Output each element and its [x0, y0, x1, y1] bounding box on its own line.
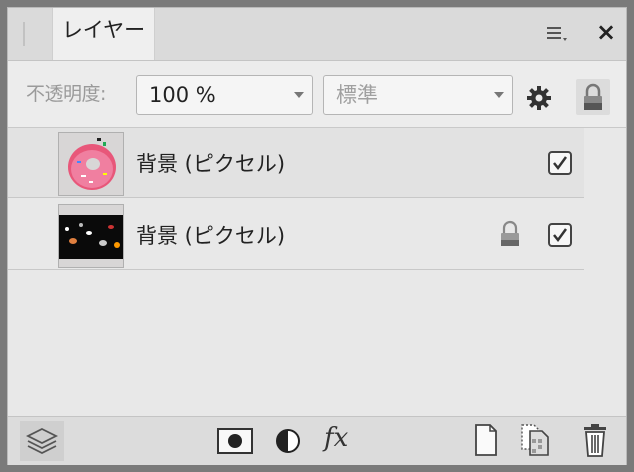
duplicate-layer-icon[interactable] — [520, 423, 554, 457]
visibility-checkbox[interactable] — [548, 151, 572, 175]
new-layer-icon[interactable] — [474, 423, 498, 457]
layer-name[interactable]: 背景 (ピクセル) — [136, 148, 285, 178]
layer-name[interactable]: 背景 (ピクセル) — [136, 220, 285, 250]
donut-image — [68, 138, 116, 190]
layer-row[interactable]: 背景 (ピクセル) — [8, 128, 584, 198]
mask-icon[interactable] — [216, 427, 254, 455]
panel-grip[interactable] — [23, 22, 25, 46]
adjustment-icon[interactable] — [274, 427, 302, 455]
checkmark-icon — [553, 228, 568, 243]
layer-thumbnail — [58, 204, 124, 268]
opacity-toolbar: 不透明度: 100 % 標準 — [8, 61, 626, 128]
chevron-down-icon — [294, 92, 304, 98]
layers-panel: レイヤー × 不透明度: 100 % 標準 背景 (ピクセル) 背景 (ピクセル… — [7, 7, 627, 465]
layer-thumbnail — [58, 132, 124, 196]
layer-list: 背景 (ピクセル) 背景 (ピクセル) — [8, 128, 626, 416]
lock-button[interactable] — [576, 79, 610, 115]
blend-mode-dropdown[interactable]: 標準 — [323, 75, 513, 115]
opacity-dropdown[interactable]: 100 % — [136, 75, 313, 115]
tab-layers[interactable]: レイヤー — [52, 8, 155, 60]
bottom-toolbar: fx — [8, 416, 626, 465]
opacity-value: 100 % — [149, 83, 216, 107]
layer-row[interactable]: 背景 (ピクセル) — [8, 200, 584, 270]
panel-tab-bar: レイヤー × — [8, 8, 626, 61]
visibility-checkbox[interactable] — [548, 223, 572, 247]
dark-sprinkles-image — [59, 205, 123, 267]
hamburger-menu-icon[interactable] — [546, 22, 568, 44]
gear-icon[interactable] — [526, 85, 552, 111]
blend-mode-value: 標準 — [336, 83, 378, 107]
lock-icon[interactable] — [500, 220, 520, 248]
opacity-label: 不透明度: — [26, 83, 106, 105]
chevron-down-icon — [494, 92, 504, 98]
layers-stack-icon[interactable] — [20, 421, 64, 461]
fx-icon[interactable]: fx — [324, 423, 348, 453]
close-icon[interactable]: × — [594, 20, 618, 44]
checkmark-icon — [553, 156, 568, 171]
lock-icon — [584, 83, 602, 110]
trash-icon[interactable] — [582, 423, 608, 457]
